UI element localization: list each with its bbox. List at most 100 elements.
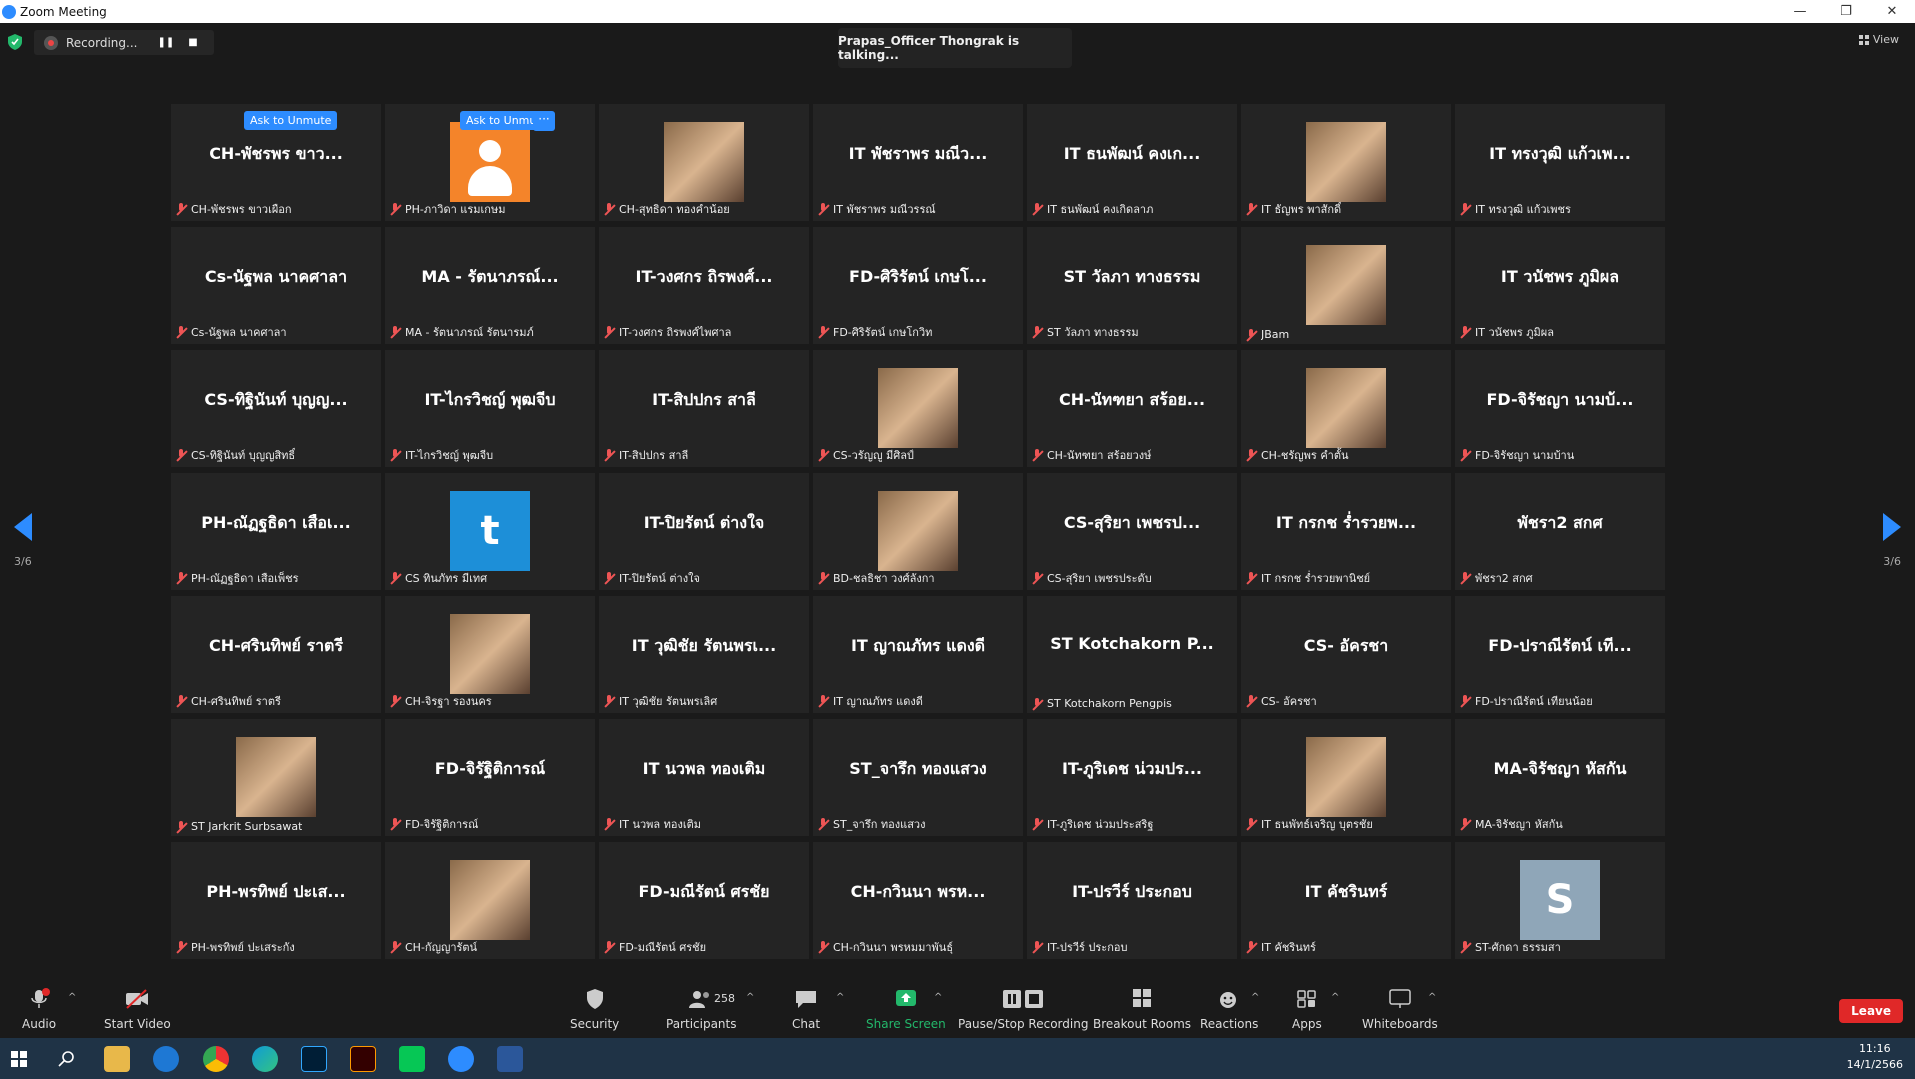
participant-tile[interactable]: IT กรกช ร่ำรวยพ... IT กรกช ร่ำรวยพานิชย์ [1241,473,1451,590]
participant-tile[interactable]: JBam [1241,227,1451,344]
leave-button[interactable]: Leave [1839,999,1903,1023]
pause-stop-recording-button[interactable]: Pause/Stop Recording [958,988,1088,1031]
search-icon[interactable] [58,1050,76,1068]
participants-options-caret[interactable]: ^ [746,992,754,1003]
participant-tile[interactable]: t CS ทินภัทร มีเทศ [385,473,595,590]
chat-options-caret[interactable]: ^ [836,992,844,1003]
participant-tile[interactable]: MA - รัตนาภรณ์... MA - รัตนาภรณ์ รัตนารมภ… [385,227,595,344]
participant-tile[interactable]: CH-ศรินทิพย์ ราตรี CH-ศรินทิพย์ ราตรี [171,596,381,713]
participant-tile[interactable]: CH-ชรัญพร คำตั้น [1241,350,1451,467]
participant-tile[interactable]: IT-ปิยรัตน์ ต่างใจ IT-ปิยรัตน์ ต่างใจ [599,473,809,590]
participant-tile[interactable]: IT-ภูริเดช น่วมปร... IT-ภูริเดช น่วมประสร… [1027,719,1237,836]
participant-tile[interactable]: IT ธัญพร พาสักดิ์ [1241,104,1451,221]
participant-tile[interactable]: IT ธนพัฒน์ คงเก... IT ธนพัฒน์ คงเกิดลาภ [1027,104,1237,221]
participant-tile[interactable]: IT-วงศกร ถิรพงศ์... IT-วงศกร ถิรพงศ์ไพศาล [599,227,809,344]
next-page-arrow-icon[interactable] [1883,513,1901,541]
participant-footer: CH-นัทฑยา สร้อยวงษ์ [1031,446,1151,464]
stop-recording-icon[interactable]: ■ [188,37,197,48]
breakout-rooms-button[interactable]: Breakout Rooms [1093,988,1191,1031]
participant-name-label: IT ญาณภัทร แดงดี [833,695,923,708]
participant-tile[interactable]: PH-พรทิพย์ ปะเส... PH-พรทิพย์ ปะเสระกัง [171,842,381,959]
participant-tile[interactable]: ST Jarkrit Surbsawat [171,719,381,836]
audio-options-caret[interactable]: ^ [68,992,76,1003]
participant-tile[interactable]: FD-ศิริรัตน์ เกษโ... FD-ศิริรัตน์ เกษโกวิ… [813,227,1023,344]
restore-button[interactable]: ❐ [1823,0,1869,23]
participant-tile[interactable]: CS-วรัญญู มีศิลป์ [813,350,1023,467]
participant-tile[interactable]: ST Kotchakorn P... ST Kotchakorn Pengpis [1027,596,1237,713]
participant-tile[interactable]: CS- อัครชา CS- อัครชา [1241,596,1451,713]
participant-tile[interactable]: CS-ทิฐินันท์ บุญญ... CS-ทิฐินันท์ บุญญสิท… [171,350,381,467]
illustrator-icon[interactable] [350,1046,376,1072]
more-options-button[interactable]: ··· [533,111,555,131]
participant-tile[interactable]: IT-ปรวีร์ ประกอบ IT-ปรวีร์ ประกอบ [1027,842,1237,959]
zoom-app-icon[interactable] [448,1046,474,1072]
file-explorer-icon[interactable] [104,1046,130,1072]
apps-button[interactable]: Apps [1292,988,1322,1031]
participant-tile[interactable]: IT ญาณภัทร แดงดี IT ญาณภัทร แดงดี [813,596,1023,713]
whiteboards-button[interactable]: Whiteboards [1362,988,1438,1031]
participant-tile[interactable]: FD-จิรัฐิติการณ์ FD-จิรัฐิติการณ์ [385,719,595,836]
edge-icon[interactable] [252,1046,278,1072]
reactions-options-caret[interactable]: ^ [1251,992,1259,1003]
participant-tile[interactable]: IT ทรงวุฒิ แก้วเพ... IT ทรงวุฒิ แก้วเพชร [1455,104,1665,221]
participant-tile[interactable]: FD-ปราณีรัตน์ เที... FD-ปราณีรัตน์ เทียนน… [1455,596,1665,713]
view-button[interactable]: View [1858,33,1899,46]
participant-tile[interactable]: ST วัลภา ทางธรรม ST วัลภา ทางธรรม [1027,227,1237,344]
pause-recording-icon[interactable]: ❚❚ [157,37,174,48]
participant-tile[interactable]: พัชรา2 สกศ พัชรา2 สกศ [1455,473,1665,590]
audio-button[interactable]: Audio [22,988,56,1031]
participant-tile[interactable]: Cs-นัฐพล นาคศาลา Cs-นัฐพล นาคศาลา [171,227,381,344]
internet-explorer-icon[interactable] [153,1046,179,1072]
participant-tile[interactable]: CH-นัทฑยา สร้อย... CH-นัทฑยา สร้อยวงษ์ [1027,350,1237,467]
chat-button[interactable]: Chat [792,988,820,1031]
participant-tile[interactable]: BD-ชลธิชา วงศ์ลังกา [813,473,1023,590]
close-button[interactable]: ✕ [1869,0,1915,23]
page-indicator-right: 3/6 [1883,555,1901,568]
participant-tile[interactable]: CH-กัญญารัตน์ [385,842,595,959]
participant-tile[interactable]: PH-ณัฏฐธิดา เสือเ... PH-ณัฏฐธิดา เสือเพ็ช… [171,473,381,590]
participant-tile[interactable]: IT นวพล ทองเติม IT นวพล ทองเติม [599,719,809,836]
participant-tile[interactable]: FD-จิรัชญา นามบ้... FD-จิรัชญา นามบ้าน [1455,350,1665,467]
chrome-icon[interactable] [203,1046,229,1072]
participant-tile[interactable]: IT พัชราพร มณีว... IT พัชราพร มณีวรรณ์ [813,104,1023,221]
participant-tile[interactable]: Ask to Unmute ··· PH-ภาวิดา แรมเกษม [385,104,595,221]
participant-tile[interactable]: S ST-ศักดา ธรรมสา [1455,842,1665,959]
previous-page-arrow-icon[interactable] [14,513,32,541]
minimize-button[interactable]: — [1777,0,1823,23]
participant-tile[interactable]: IT-ไกรวิชญ์ พุฒจีบ IT-ไกรวิชญ์ พุฒจีบ [385,350,595,467]
apps-options-caret[interactable]: ^ [1331,992,1339,1003]
line-app-icon[interactable] [399,1046,425,1072]
word-icon[interactable] [497,1046,523,1072]
start-video-button[interactable]: Start Video [104,988,171,1031]
share-options-caret[interactable]: ^ [934,992,942,1003]
photoshop-icon[interactable] [301,1046,327,1072]
recording-indicator: Recording... ❚❚ ■ [34,30,214,55]
whiteboards-options-caret[interactable]: ^ [1428,992,1436,1003]
participant-tile[interactable]: CH-จิรฐา รองนคร [385,596,595,713]
participant-tile[interactable]: IT ธนพัทธ์เจริญ บุตรชัย [1241,719,1451,836]
participant-tile[interactable]: CH-พัชรพร ขาว... Ask to Unmute CH-พัชรพร ข… [171,104,381,221]
reactions-button[interactable]: Reactions [1200,988,1258,1031]
view-label: View [1872,33,1899,46]
participant-tile[interactable]: IT วุฒิชัย รัตนพรเ... IT วุฒิชัย รัตนพรเล… [599,596,809,713]
participant-name-label: FD-จิรัชญา นามบ้าน [1475,449,1575,462]
participant-tile[interactable]: FD-มณีรัตน์ ศรชัย FD-มณีรัตน์ ศรชัย [599,842,809,959]
participant-tile[interactable]: IT-สิปปกร สาลี IT-สิปปกร สาลี [599,350,809,467]
shield-icon[interactable] [8,34,22,50]
participant-tile[interactable]: IT คัชรินทร์ IT คัชรินทร์ [1241,842,1451,959]
whiteboard-icon [1389,989,1411,1008]
muted-mic-icon [603,695,615,707]
security-button[interactable]: Security [570,988,619,1031]
windows-start-icon[interactable] [11,1051,27,1067]
participant-tile[interactable]: ST_จารึก ทองแสวง ST_จารึก ทองแสวง [813,719,1023,836]
participant-display-name: FD-มณีรัตน์ ศรชัย [638,882,770,901]
participant-tile[interactable]: CS-สุริยา เพชรป... CS-สุริยา เพชรประดับ [1027,473,1237,590]
participant-tile[interactable]: MA-จิรัชญา หัสกัน MA-จิรัชญา หัสกัน [1455,719,1665,836]
participant-tile[interactable]: CH-สุทธิดา ทองคำน้อย [599,104,809,221]
system-clock[interactable]: 11:16 14/1/2566 [1847,1041,1903,1073]
participant-footer: PH-ภาวิดา แรมเกษม [389,200,505,218]
participant-tile[interactable]: CH-กวินนา พรห... CH-กวินนา พรหมมาพันธุ์ [813,842,1023,959]
ask-to-unmute-button[interactable]: Ask to Unmute [244,111,338,130]
participant-display-name: ST_จารึก ทองแสวง [849,759,987,778]
participant-tile[interactable]: IT วนัชพร ภูมิผล IT วนัชพร ภูมิผล [1455,227,1665,344]
